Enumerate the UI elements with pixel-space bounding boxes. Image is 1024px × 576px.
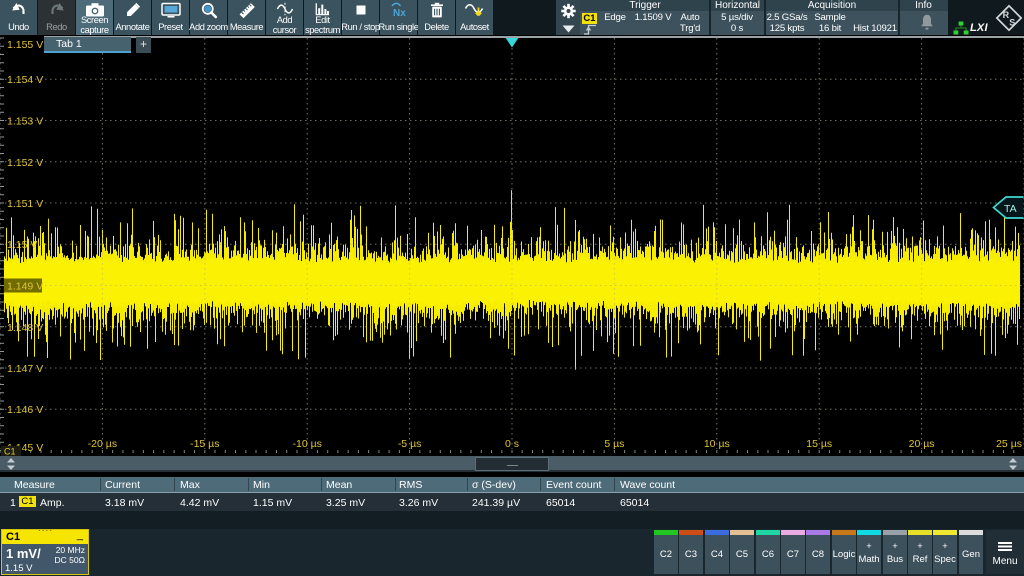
svg-text:1.148 V: 1.148 V xyxy=(7,322,43,334)
svg-text:1.149 V: 1.149 V xyxy=(7,281,43,293)
svg-text:-20 µs: -20 µs xyxy=(88,438,117,450)
svg-text:-5 µs: -5 µs xyxy=(398,438,422,450)
svg-text:15 µs: 15 µs xyxy=(806,438,832,450)
svg-text:C1: C1 xyxy=(4,447,16,457)
svg-text:1.147 V: 1.147 V xyxy=(7,363,43,375)
svg-text:TA: TA xyxy=(1004,203,1017,215)
svg-text:1.155 V: 1.155 V xyxy=(7,39,43,51)
svg-text:0 s: 0 s xyxy=(505,438,519,450)
svg-text:1.152 V: 1.152 V xyxy=(7,157,43,169)
svg-text:-15 µs: -15 µs xyxy=(190,438,219,450)
svg-text:1.153 V: 1.153 V xyxy=(7,116,43,128)
svg-text:1.146 V: 1.146 V xyxy=(7,404,43,416)
svg-text:25 µs: 25 µs xyxy=(996,438,1022,450)
svg-text:5 µs: 5 µs xyxy=(604,438,624,450)
svg-text:1.15 V: 1.15 V xyxy=(7,239,37,251)
svg-text:1.154 V: 1.154 V xyxy=(7,74,43,86)
svg-text:10 µs: 10 µs xyxy=(704,438,730,450)
svg-text:1.151 V: 1.151 V xyxy=(7,198,43,210)
svg-text:20 µs: 20 µs xyxy=(909,438,935,450)
svg-text:-10 µs: -10 µs xyxy=(292,438,321,450)
